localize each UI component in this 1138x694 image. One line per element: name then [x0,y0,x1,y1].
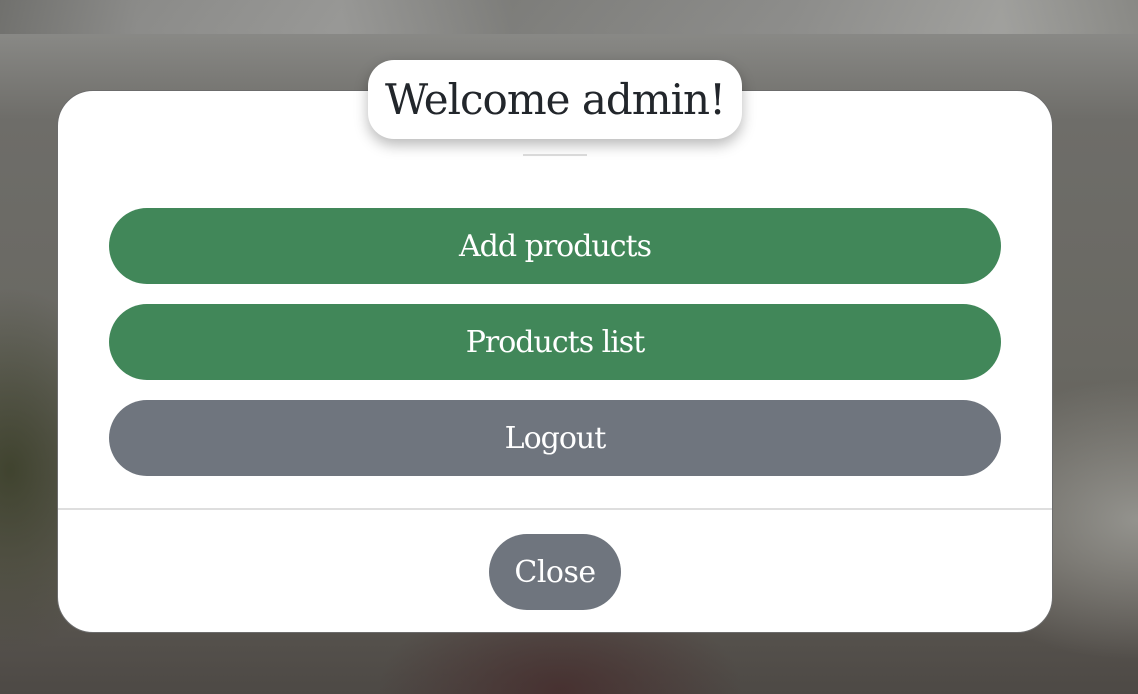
background-top-band [0,0,1138,34]
add-products-button[interactable]: Add products [109,208,1001,284]
products-list-button[interactable]: Products list [109,304,1001,380]
modal-footer-divider [58,508,1052,510]
modal-title: Welcome admin! [368,60,742,139]
title-underline [523,154,587,156]
logout-button[interactable]: Logout [109,400,1001,476]
close-button[interactable]: Close [489,534,621,610]
